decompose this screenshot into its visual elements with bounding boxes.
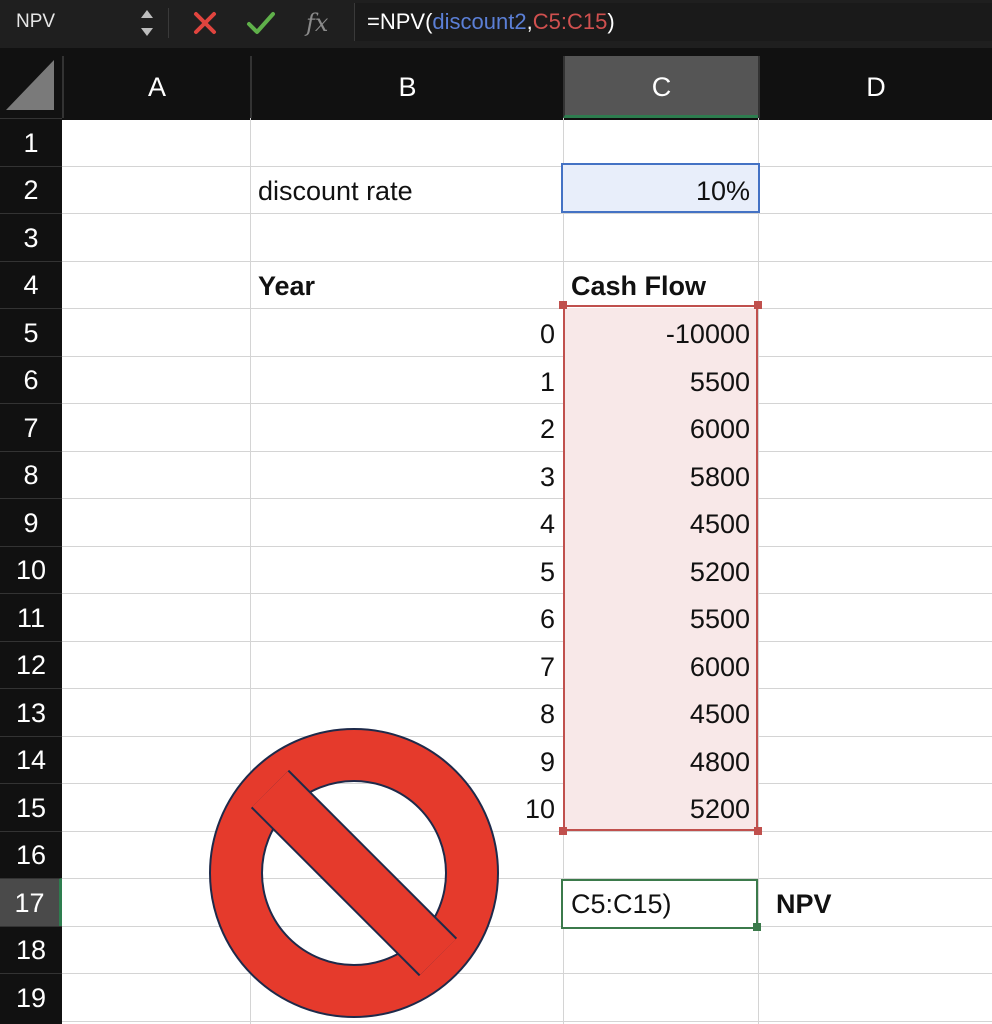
formula-input[interactable]: =NPV(discount2,C5:C15) — [354, 3, 992, 41]
range-handle-bottom-right[interactable] — [754, 827, 762, 835]
check-icon[interactable] — [244, 8, 278, 38]
row-header-5[interactable]: 5 — [0, 308, 62, 356]
cash-flow-cell[interactable]: 5500 — [565, 356, 750, 403]
cash-flow-cell[interactable]: 5200 — [565, 546, 750, 593]
row-header-6[interactable]: 6 — [0, 356, 62, 403]
cash-flow-cell[interactable]: 5800 — [565, 451, 750, 498]
select-all-corner[interactable] — [0, 50, 62, 118]
row-header-17[interactable]: 17 — [0, 878, 62, 926]
year-cell[interactable]: 7 — [252, 641, 555, 688]
formula-bar: NPV fx =NPV(discount2,C5:C15) — [0, 0, 992, 48]
column-header-c[interactable]: C — [563, 56, 758, 118]
cash-flow-cell[interactable]: 4500 — [565, 498, 750, 546]
cell-c4[interactable]: Cash Flow — [571, 261, 706, 308]
cash-flow-cell[interactable]: 6000 — [565, 403, 750, 451]
cash-flow-cell[interactable]: 4500 — [565, 688, 750, 736]
grid-line — [62, 831, 992, 832]
year-cell[interactable]: 2 — [252, 403, 555, 451]
cell-b4[interactable]: Year — [258, 261, 315, 308]
formula-ref-discount: discount2 — [432, 9, 527, 34]
grid-line — [62, 261, 992, 262]
cash-flow-cell[interactable]: 6000 — [565, 641, 750, 688]
year-cell[interactable]: 1 — [252, 356, 555, 403]
cash-flow-cell[interactable]: 4800 — [565, 736, 750, 783]
cell-b2[interactable]: discount rate — [258, 166, 413, 213]
fx-icon[interactable]: fx — [306, 6, 328, 40]
grid-line — [62, 973, 992, 974]
formula-ref-range: C5:C15 — [532, 9, 608, 34]
name-box-stepper-icon[interactable] — [134, 6, 160, 40]
row-header-13[interactable]: 13 — [0, 688, 62, 736]
row-header-9[interactable]: 9 — [0, 498, 62, 546]
cell-c17-edit-text[interactable]: C5:C15) — [571, 878, 672, 926]
row-header-1[interactable]: 1 — [0, 118, 62, 166]
cash-flow-cell[interactable]: 5500 — [565, 593, 750, 641]
cash-flow-cell[interactable]: -10000 — [565, 308, 750, 356]
cell-d17[interactable]: NPV — [776, 878, 832, 926]
year-cell[interactable]: 5 — [252, 546, 555, 593]
cash-flow-cell[interactable]: 5200 — [565, 783, 750, 831]
cell-c2[interactable]: 10% — [565, 166, 750, 213]
row-header-3[interactable]: 3 — [0, 213, 62, 261]
row-header-10[interactable]: 10 — [0, 546, 62, 593]
year-cell[interactable]: 4 — [252, 498, 555, 546]
column-header-d[interactable]: D — [758, 56, 992, 118]
column-header-a[interactable]: A — [62, 56, 250, 118]
row-header-8[interactable]: 8 — [0, 451, 62, 498]
name-box[interactable]: NPV — [0, 0, 126, 44]
row-header-19[interactable]: 19 — [0, 973, 62, 1024]
row-header-11[interactable]: 11 — [0, 593, 62, 641]
year-cell[interactable]: 3 — [252, 451, 555, 498]
year-cell[interactable]: 6 — [252, 593, 555, 641]
fill-handle[interactable] — [753, 923, 761, 931]
cancel-icon[interactable] — [190, 8, 220, 38]
row-header-7[interactable]: 7 — [0, 403, 62, 451]
prohibited-icon — [208, 727, 500, 1019]
column-header-b[interactable]: B — [250, 56, 563, 118]
grid-line — [62, 166, 992, 167]
row-header-15[interactable]: 15 — [0, 783, 62, 831]
row-header-14[interactable]: 14 — [0, 736, 62, 783]
formula-bar-divider — [168, 8, 169, 38]
row-header-2[interactable]: 2 — [0, 166, 62, 213]
grid-line — [758, 118, 759, 1024]
grid-line — [62, 1021, 992, 1022]
grid-line — [62, 878, 992, 879]
row-header-12[interactable]: 12 — [0, 641, 62, 688]
row-header-18[interactable]: 18 — [0, 926, 62, 973]
formula-suffix: ) — [607, 9, 615, 34]
grid-line — [62, 926, 992, 927]
row-header-4[interactable]: 4 — [0, 261, 62, 308]
row-header-16[interactable]: 16 — [0, 831, 62, 878]
formula-prefix: =NPV( — [367, 9, 433, 34]
grid-line — [62, 213, 992, 214]
year-cell[interactable]: 0 — [252, 308, 555, 356]
range-handle-top-right[interactable] — [754, 301, 762, 309]
